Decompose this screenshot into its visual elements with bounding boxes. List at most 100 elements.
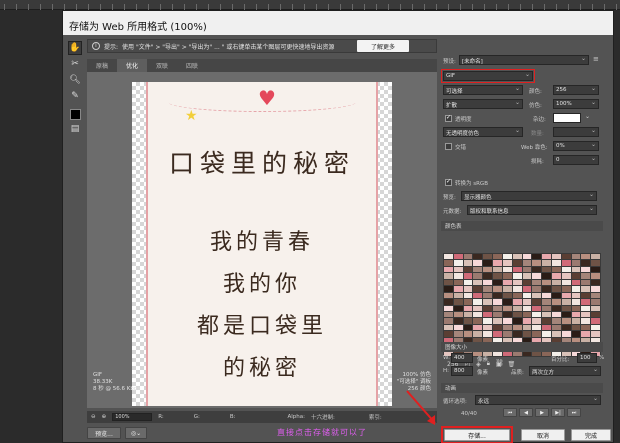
color-swatch[interactable]	[483, 266, 493, 273]
zoom-tool-icon[interactable]: 🔍︎	[68, 73, 82, 87]
color-swatch[interactable]	[581, 311, 591, 318]
color-swatch[interactable]	[522, 318, 532, 324]
color-swatch[interactable]	[512, 299, 522, 305]
color-swatch[interactable]	[453, 292, 463, 299]
color-swatch[interactable]	[453, 286, 463, 292]
color-swatch[interactable]	[532, 292, 542, 299]
next-frame-icon[interactable]: ▶|	[551, 408, 565, 417]
color-swatch[interactable]	[512, 324, 522, 331]
color-swatch[interactable]	[453, 305, 463, 311]
color-swatch[interactable]	[483, 260, 493, 266]
done-button[interactable]: 完成	[571, 429, 611, 441]
color-swatch[interactable]	[571, 292, 581, 299]
color-swatch[interactable]	[502, 324, 512, 331]
color-swatch[interactable]	[542, 254, 551, 260]
color-swatch[interactable]	[512, 292, 522, 299]
learn-more-button[interactable]: 了解更多	[357, 40, 409, 52]
color-swatch[interactable]	[561, 254, 571, 260]
color-swatch[interactable]	[551, 311, 561, 318]
color-swatch[interactable]	[581, 305, 591, 311]
color-swatch[interactable]	[561, 286, 571, 292]
color-swatch[interactable]	[463, 318, 473, 324]
color-swatch[interactable]	[453, 311, 463, 318]
color-swatch[interactable]	[493, 286, 502, 292]
color-swatch[interactable]	[473, 260, 483, 266]
color-swatch[interactable]	[571, 324, 581, 331]
color-swatch[interactable]	[581, 266, 591, 273]
color-swatch[interactable]	[551, 254, 561, 260]
color-swatch[interactable]	[522, 305, 532, 311]
color-swatch[interactable]	[542, 279, 551, 286]
browser-select-button[interactable]: ◎⌄	[125, 427, 147, 439]
dither-algorithm-select[interactable]: 扩散	[443, 99, 523, 109]
color-swatch[interactable]	[571, 279, 581, 286]
color-swatch[interactable]	[473, 254, 483, 260]
color-swatch[interactable]	[561, 318, 571, 324]
color-swatch[interactable]	[463, 299, 473, 305]
color-swatch[interactable]	[493, 331, 502, 337]
color-swatch[interactable]	[444, 318, 453, 324]
color-swatch[interactable]	[483, 286, 493, 292]
amount-select[interactable]	[553, 127, 599, 137]
color-swatch[interactable]	[551, 279, 561, 286]
color-swatch[interactable]	[463, 266, 473, 273]
first-frame-icon[interactable]: ⏮	[503, 408, 517, 417]
color-swatch[interactable]	[561, 266, 571, 273]
color-swatch[interactable]	[444, 260, 453, 266]
color-swatch[interactable]	[522, 260, 532, 266]
width-input[interactable]: 400	[451, 353, 473, 363]
color-swatch[interactable]	[463, 324, 473, 331]
color-swatch[interactable]	[493, 311, 502, 318]
color-swatch[interactable]	[532, 260, 542, 266]
color-swatch[interactable]	[512, 286, 522, 292]
color-swatch[interactable]	[463, 286, 473, 292]
color-swatch[interactable]	[532, 311, 542, 318]
last-frame-icon[interactable]: ⏭	[567, 408, 581, 417]
color-swatch[interactable]	[473, 324, 483, 331]
color-swatch[interactable]	[571, 260, 581, 266]
color-swatch[interactable]	[522, 279, 532, 286]
eyedropper-tool-icon[interactable]: ✎	[68, 89, 82, 103]
metadata-select[interactable]: 版权和联系信息	[467, 205, 597, 215]
color-swatch[interactable]	[502, 299, 512, 305]
color-swatch[interactable]	[483, 311, 493, 318]
color-swatch[interactable]	[473, 318, 483, 324]
color-swatch[interactable]	[522, 286, 532, 292]
preset-select[interactable]: [未命名]	[459, 55, 589, 65]
delete-color-icon[interactable]: 🗑︎	[508, 361, 516, 368]
color-swatch[interactable]	[512, 273, 522, 279]
color-swatch[interactable]	[444, 311, 453, 318]
color-swatch[interactable]	[463, 331, 473, 337]
percent-input[interactable]: 100	[577, 353, 597, 363]
color-swatch[interactable]	[591, 279, 600, 286]
color-swatch[interactable]	[571, 273, 581, 279]
color-swatch[interactable]	[571, 299, 581, 305]
color-swatch[interactable]	[542, 286, 551, 292]
color-swatch[interactable]	[473, 273, 483, 279]
color-swatch[interactable]	[571, 305, 581, 311]
color-swatch[interactable]	[512, 266, 522, 273]
tab-2-up[interactable]: 双联	[147, 59, 177, 72]
color-swatch[interactable]	[502, 266, 512, 273]
color-swatch[interactable]	[561, 273, 571, 279]
color-swatch[interactable]	[542, 299, 551, 305]
color-swatch[interactable]	[581, 254, 591, 260]
preview-mode-select[interactable]: 显示器颜色	[461, 191, 597, 201]
color-swatch[interactable]	[522, 254, 532, 260]
color-swatch[interactable]	[571, 318, 581, 324]
prev-frame-icon[interactable]: ◀	[519, 408, 533, 417]
preview-in-browser-button[interactable]: 预览...	[87, 427, 121, 439]
color-swatch[interactable]	[532, 273, 542, 279]
zoom-level-select[interactable]: 100%	[112, 413, 153, 421]
color-swatch[interactable]	[581, 286, 591, 292]
color-swatch[interactable]	[532, 286, 542, 292]
color-swatch[interactable]	[473, 286, 483, 292]
color-swatch[interactable]	[532, 254, 542, 260]
color-swatch[interactable]	[561, 324, 571, 331]
color-swatch[interactable]	[591, 266, 600, 273]
color-swatch[interactable]	[512, 279, 522, 286]
convert-srgb-checkbox[interactable]	[445, 178, 452, 186]
color-swatch[interactable]	[493, 266, 502, 273]
color-swatch[interactable]	[483, 318, 493, 324]
color-swatch[interactable]	[444, 273, 453, 279]
